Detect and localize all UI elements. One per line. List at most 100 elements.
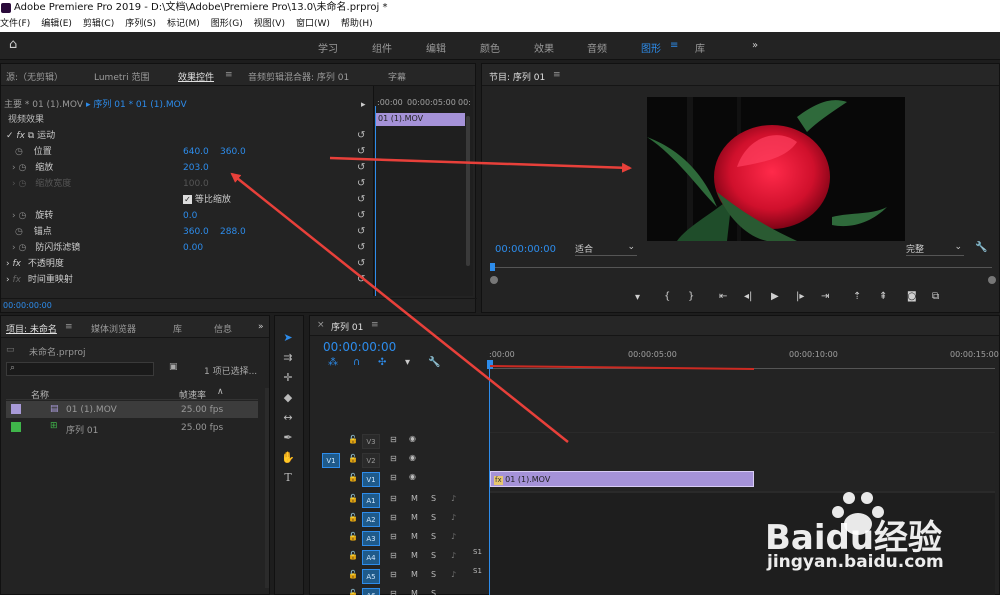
mini-scrollbar[interactable] [466,116,470,266]
menu-file[interactable]: 文件(F) [0,16,30,32]
track-a3-label[interactable]: A3 [362,531,380,546]
program-timecode[interactable]: 00:00:00:00 [495,244,556,255]
menu-clip[interactable]: 剪辑(C) [83,16,114,32]
ws-audio[interactable]: 音频 [587,40,607,55]
antiflicker-value[interactable]: 0.00 [183,243,203,253]
project-scrollbar[interactable] [265,388,269,588]
ws-editing[interactable]: 编辑 [426,40,446,55]
program-title[interactable]: 节目: 序列 01 [489,70,545,83]
ws-libraries[interactable]: 库 [695,40,705,55]
quality-dropdown[interactable]: 完整 ⌄ [906,242,964,256]
sequence-menu-icon[interactable]: ≡ [371,320,379,330]
track-a4-label[interactable]: A4 [362,550,380,565]
export-frame-icon[interactable]: ◙ [907,291,917,302]
step-back-icon[interactable]: ◂| [744,291,752,302]
tab-libraries[interactable]: 库 [173,322,182,335]
menu-sequence[interactable]: 序列(S) [125,16,156,32]
goto-in-icon[interactable]: ⇤ [719,291,727,302]
a6-solo-button[interactable]: S [431,589,436,595]
a5-sync-icon[interactable]: ⊟ [390,570,397,579]
tab-project[interactable]: 项目: 未命名 [6,322,57,335]
tab-audio-mixer[interactable]: 音频剪辑混合器: 序列 01 [248,70,349,83]
a5-lock-icon[interactable]: 🔓 [348,570,358,579]
scale-value[interactable]: 203.0 [183,163,209,173]
a5-solo-button[interactable]: S [431,570,436,579]
reset-scale-width-icon[interactable]: ↺ [357,178,365,189]
timeline-playhead-handle[interactable] [487,360,493,369]
a3-sync-icon[interactable]: ⊟ [390,532,397,541]
project-menu-icon[interactable]: ≡ [65,322,73,332]
ripple-edit-tool-icon[interactable]: ✛ [280,370,296,386]
tab-menu-icon[interactable]: ≡ [225,70,233,80]
v2-eye-icon[interactable]: ◉ [409,453,416,462]
mini-playhead[interactable] [375,106,376,296]
track-a5-label[interactable]: A5 [362,569,380,584]
timeline-ruler[interactable] [490,363,995,369]
audio-tracks-area[interactable] [490,491,995,595]
zoom-handle-right[interactable] [988,276,996,284]
v2-lock-icon[interactable]: 🔓 [348,454,358,463]
tab-effect-controls[interactable]: 效果控件 [178,70,214,83]
tab-info[interactable]: 信息 [214,322,232,335]
new-bin-icon[interactable]: ▣ [169,362,178,372]
a1-mic-icon[interactable]: ♪ [451,494,456,503]
reset-rotation-icon[interactable]: ↺ [357,210,365,221]
razor-tool-icon[interactable]: ◆ [280,390,296,406]
menu-help[interactable]: 帮助(H) [341,16,373,32]
menu-window[interactable]: 窗口(W) [296,16,330,32]
timeline-timecode[interactable]: 00:00:00:00 [323,340,396,354]
anchor-y[interactable]: 288.0 [220,227,246,237]
a4-mic-icon[interactable]: ♪ [451,551,456,560]
selection-tool-icon[interactable]: ➤ [280,330,296,346]
master-clip-label[interactable]: 主要 * 01 (1).MOV [4,97,83,113]
tab-source[interactable]: 源:（无剪辑） [6,70,63,83]
a6-sync-icon[interactable]: ⊟ [390,589,397,595]
position-x[interactable]: 640.0 [183,147,209,157]
a4-lock-icon[interactable]: 🔓 [348,551,358,560]
reset-opacity-icon[interactable]: ↺ [357,258,365,269]
wrench-icon[interactable]: 🔧 [975,242,987,253]
menu-marker[interactable]: 标记(M) [167,16,200,32]
anchor-x[interactable]: 360.0 [183,227,209,237]
reset-antiflicker-icon[interactable]: ↺ [357,242,365,253]
tab-lumetri[interactable]: Lumetri 范围 [94,70,149,83]
menu-graphics[interactable]: 图形(G) [211,16,243,32]
a3-mute-button[interactable]: M [411,532,418,541]
v2-sync-icon[interactable]: ⊟ [390,454,397,463]
position-y[interactable]: 360.0 [220,147,246,157]
marker-icon[interactable]: ▾ [635,292,640,303]
close-sequence-icon[interactable]: × [317,320,325,330]
v3-lock-icon[interactable]: 🔓 [348,435,358,444]
v1-sync-icon[interactable]: ⊟ [390,473,397,482]
clip-color-label[interactable] [11,404,21,414]
type-tool-icon[interactable]: T [280,470,296,486]
compare-icon[interactable]: ⧉ [932,291,939,302]
v3-sync-icon[interactable]: ⊟ [390,435,397,444]
project-search-input[interactable]: ⌕ [6,362,154,376]
project-item-sequence[interactable]: ⊞ 序列 01 25.00 fps [6,419,258,436]
pen-tool-icon[interactable]: ✒ [280,430,296,446]
ws-effects[interactable]: 效果 [534,40,554,55]
more-tabs-icon[interactable]: » [258,322,264,332]
lift-icon[interactable]: ⇡ [853,291,861,302]
a1-lock-icon[interactable]: 🔓 [348,494,358,503]
track-a6-label[interactable]: A6 [362,588,380,595]
a3-lock-icon[interactable]: 🔓 [348,532,358,541]
program-video-frame[interactable] [647,97,905,241]
tab-media-browser[interactable]: 媒体浏览器 [91,322,136,335]
ws-learn[interactable]: 学习 [318,40,338,55]
a1-sync-icon[interactable]: ⊟ [390,494,397,503]
timeremap-effect[interactable]: › fx 时间重映射 [6,272,73,288]
tab-captions[interactable]: 字幕 [388,70,406,83]
program-playhead[interactable] [490,263,495,271]
mark-out-icon[interactable]: } [688,291,694,302]
a2-mute-button[interactable]: M [411,513,418,522]
uniform-scale-row[interactable]: ✓ 等比缩放 [183,192,231,208]
fit-dropdown[interactable]: 适合 ⌄ [575,242,637,256]
sort-ascending-icon[interactable]: ∧ [217,387,224,397]
home-icon[interactable]: ⌂ [9,37,17,52]
a2-solo-button[interactable]: S [431,513,436,522]
ws-assembly[interactable]: 组件 [372,40,392,55]
tab-sequence[interactable]: 序列 01 [331,320,363,333]
sequence-clip-label[interactable]: ▸ 序列 01 * 01 (1).MOV [86,97,187,113]
